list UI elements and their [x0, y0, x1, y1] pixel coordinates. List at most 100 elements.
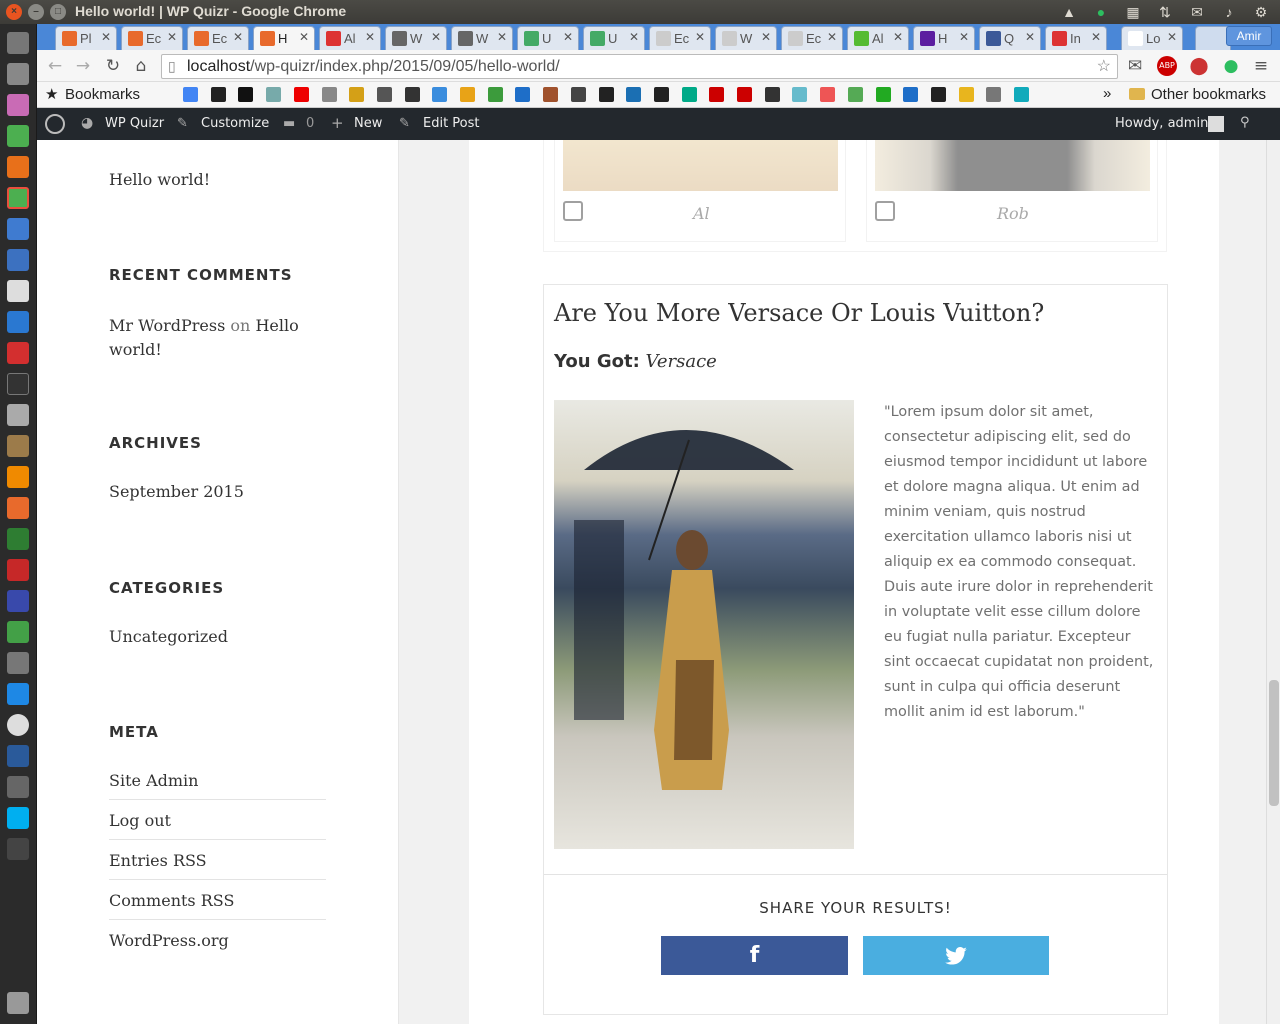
writer-icon[interactable]: [7, 311, 29, 333]
bookmark-favicon-icon[interactable]: [293, 87, 309, 102]
address-bar[interactable]: ▯ localhost/wp-quizr/index.php/2015/09/05…: [161, 54, 1118, 79]
browser-tab[interactable]: Pl ✕: [55, 26, 117, 50]
meta-entries-rss-link[interactable]: Entries RSS: [109, 851, 207, 870]
skype-icon[interactable]: [7, 807, 29, 829]
site-name-link[interactable]: WP Quizr: [105, 116, 164, 131]
close-tab-icon[interactable]: ✕: [167, 30, 177, 44]
close-tab-icon[interactable]: ✕: [761, 30, 771, 44]
meta-comments-rss-link[interactable]: Comments RSS: [109, 891, 234, 910]
bookmarks-label[interactable]: Bookmarks: [65, 86, 140, 103]
maximize-window-button[interactable]: □: [50, 4, 66, 20]
close-tab-icon[interactable]: ✕: [563, 30, 573, 44]
browser-tab[interactable]: Q ✕: [979, 26, 1041, 50]
other-bookmarks[interactable]: Other bookmarks: [1151, 86, 1266, 103]
bookmark-favicon-icon[interactable]: [570, 87, 586, 102]
network-icon[interactable]: ⇅: [1156, 3, 1174, 21]
close-tab-icon[interactable]: ✕: [827, 30, 837, 44]
comments-icon[interactable]: ▬: [283, 116, 295, 131]
bookmark-favicon-icon[interactable]: [653, 87, 669, 102]
bookmark-favicon-icon[interactable]: [321, 87, 337, 102]
close-tab-icon[interactable]: ✕: [695, 30, 705, 44]
bookmark-favicon-icon[interactable]: [903, 87, 919, 102]
gimp-icon[interactable]: [7, 435, 29, 457]
bookmark-favicon-icon[interactable]: [515, 87, 531, 102]
minimize-window-button[interactable]: –: [28, 4, 44, 20]
browser-tab[interactable]: U ✕: [583, 26, 645, 50]
meta-log-out-link[interactable]: Log out: [109, 811, 171, 830]
scrollbar-thumb[interactable]: [1269, 680, 1279, 806]
twitter-share-button[interactable]: [863, 936, 1049, 975]
media-icon[interactable]: [7, 94, 29, 116]
evernote-icon[interactable]: [7, 125, 29, 147]
bookmark-favicon-icon[interactable]: [210, 87, 226, 102]
browser-tab[interactable]: W ✕: [451, 26, 513, 50]
home-icon[interactable]: ⌂: [131, 56, 151, 76]
volume-icon[interactable]: ♪: [1220, 3, 1238, 21]
close-tab-icon[interactable]: ✕: [1025, 30, 1035, 44]
evernote-extension-icon[interactable]: ●: [1221, 56, 1241, 76]
meta-wordpress-org-link[interactable]: WordPress.org: [109, 931, 229, 950]
close-tab-icon[interactable]: ✕: [233, 30, 243, 44]
meta-site-admin-link[interactable]: Site Admin: [109, 771, 198, 790]
bookmarks-overflow-icon[interactable]: »: [1103, 85, 1111, 102]
workspaces-icon[interactable]: ▦: [1124, 3, 1142, 21]
bookmark-favicon-icon[interactable]: [266, 87, 282, 102]
archive-link[interactable]: September 2015: [109, 482, 244, 501]
bookmark-favicon-icon[interactable]: [404, 87, 420, 102]
bookmark-favicon-icon[interactable]: [238, 87, 254, 102]
customize-link[interactable]: Customize: [201, 116, 269, 131]
bookmark-favicon-icon[interactable]: [792, 87, 808, 102]
comment-post-link[interactable]: Hello: [255, 316, 298, 335]
bookmark-favicon-icon[interactable]: [349, 87, 365, 102]
browser-tab[interactable]: Ec ✕: [781, 26, 843, 50]
browser-tab[interactable]: H ✕: [253, 26, 315, 50]
search-icon[interactable]: ⚲: [1240, 115, 1250, 130]
close-tab-icon[interactable]: ✕: [629, 30, 639, 44]
filezilla-icon[interactable]: [7, 559, 29, 581]
close-tab-icon[interactable]: ✕: [299, 30, 309, 44]
calculator-icon[interactable]: [7, 652, 29, 674]
drive-icon[interactable]: ▲: [1060, 3, 1078, 21]
close-tab-icon[interactable]: ✕: [365, 30, 375, 44]
keyring-icon[interactable]: [7, 590, 29, 612]
avatar[interactable]: [1208, 116, 1224, 132]
close-window-button[interactable]: ×: [6, 4, 22, 20]
profile-button[interactable]: Amir: [1226, 26, 1272, 46]
pdf-icon[interactable]: [7, 342, 29, 364]
thunderbird-icon[interactable]: [7, 249, 29, 271]
bookmark-favicon-icon[interactable]: [626, 87, 642, 102]
bookmark-favicon-icon[interactable]: [376, 87, 392, 102]
facebook-share-button[interactable]: f: [661, 936, 848, 975]
bookmark-favicon-icon[interactable]: [487, 87, 503, 102]
clock-icon[interactable]: [7, 714, 29, 736]
close-tab-icon[interactable]: ✕: [431, 30, 441, 44]
firefox-icon[interactable]: [7, 156, 29, 178]
bookmark-favicon-icon[interactable]: [183, 87, 198, 102]
bookmark-favicon-icon[interactable]: [847, 87, 863, 102]
close-tab-icon[interactable]: ✕: [497, 30, 507, 44]
close-tab-icon[interactable]: ✕: [101, 30, 111, 44]
browser-tab[interactable]: Al ✕: [847, 26, 909, 50]
browser-tab[interactable]: W ✕: [385, 26, 447, 50]
drive-app-icon[interactable]: [7, 404, 29, 426]
phone-icon[interactable]: [7, 683, 29, 705]
workspace-switcher-icon[interactable]: [7, 745, 29, 767]
choice-checkbox-rob[interactable]: [875, 201, 895, 221]
close-tab-icon[interactable]: ✕: [959, 30, 969, 44]
evernote-tray-icon[interactable]: ●: [1092, 3, 1110, 21]
bookmark-favicon-icon[interactable]: [1014, 87, 1029, 102]
dash-home-icon[interactable]: [7, 32, 29, 54]
browser-tab[interactable]: Ec ✕: [187, 26, 249, 50]
category-link[interactable]: Uncategorized: [109, 627, 228, 646]
files-icon[interactable]: [7, 63, 29, 85]
browser-tab[interactable]: Ec ✕: [649, 26, 711, 50]
howdy-account-menu[interactable]: Howdy, admin: [1115, 116, 1208, 131]
bookmark-favicon-icon[interactable]: [958, 87, 974, 102]
browser-tab[interactable]: Al ✕: [319, 26, 381, 50]
settings-gear-icon[interactable]: ⚙: [1252, 3, 1270, 21]
window-icon[interactable]: [7, 838, 29, 860]
bookmark-favicon-icon[interactable]: [875, 87, 891, 102]
page-scrollbar[interactable]: [1266, 140, 1280, 1024]
bookmark-favicon-icon[interactable]: [432, 87, 448, 102]
trash-icon[interactable]: [7, 992, 29, 1014]
